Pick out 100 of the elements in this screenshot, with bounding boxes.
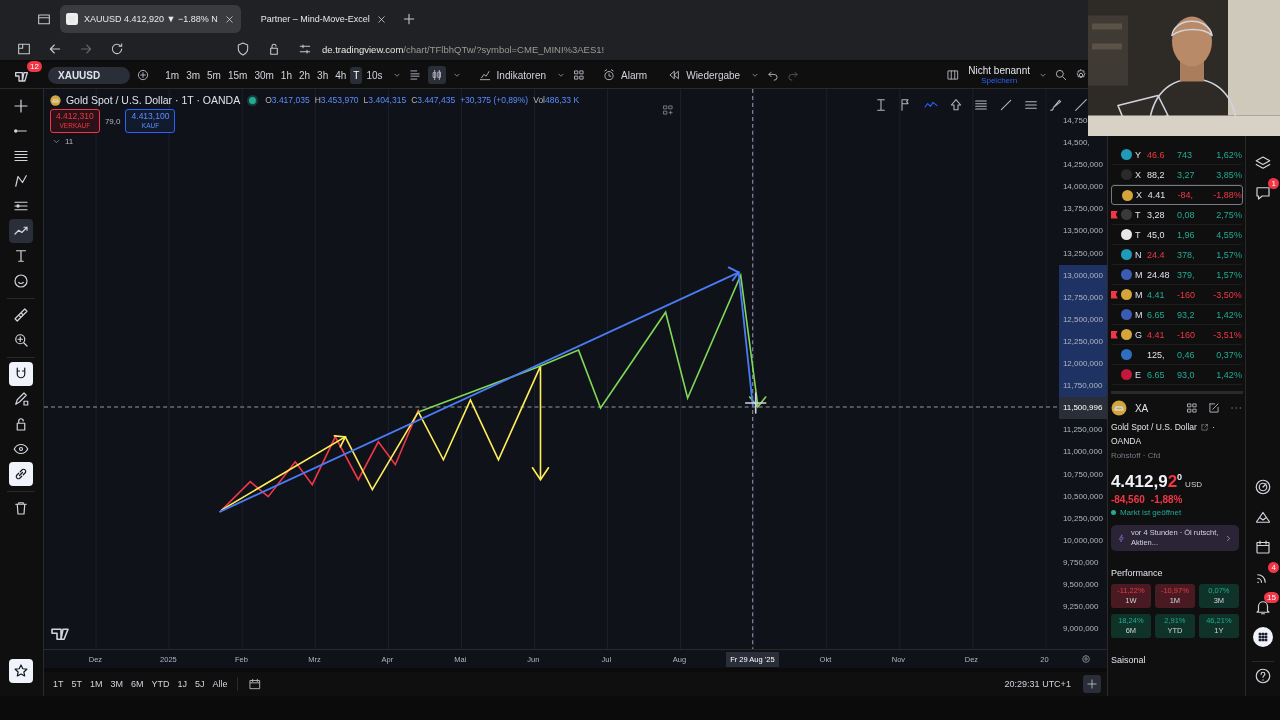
- interval-button[interactable]: 1m: [162, 66, 183, 84]
- browser-tab[interactable]: XAUUSD 4.412,920 ▼ −1.88% N: [60, 5, 241, 33]
- change-value: -84,560: [1110, 494, 1145, 505]
- price-label: 11,750,000: [1058, 375, 1107, 398]
- alarm-button[interactable]: Alarm: [598, 66, 652, 84]
- range-button[interactable]: 5T: [68, 677, 85, 692]
- alarm-clock-icon: [602, 68, 617, 82]
- change-percent: -1,88%: [1212, 190, 1242, 200]
- workspaces-icon[interactable]: [16, 41, 32, 57]
- calendar-icon[interactable]: [247, 677, 262, 692]
- symbol-search[interactable]: XAUUSD: [48, 66, 131, 84]
- tab-list-icon[interactable]: [36, 11, 52, 27]
- interval-button[interactable]: 4h: [332, 66, 350, 84]
- external-link-icon[interactable]: [1199, 422, 1209, 432]
- expand-icon[interactable]: [1082, 675, 1101, 694]
- line-icon[interactable]: [1072, 97, 1089, 113]
- lines-icon[interactable]: [972, 97, 989, 113]
- range-button[interactable]: 6M: [127, 677, 147, 692]
- close-icon[interactable]: [223, 13, 235, 25]
- layout-name-button[interactable]: Nicht benannt Speichern: [966, 65, 1032, 85]
- symbol-text: N: [1134, 249, 1143, 260]
- reload-icon[interactable]: [109, 41, 125, 57]
- edit-icon[interactable]: [1206, 401, 1221, 415]
- watchlist-row[interactable]: T 45,0 1,96 4,55%: [1110, 225, 1243, 245]
- browser-tab[interactable]: Partner – Mind-Move-Excel: [254, 5, 393, 33]
- watchlist-row[interactable]: X 4.41 -84, -1,88%: [1110, 185, 1243, 205]
- candles-icon[interactable]: [427, 66, 446, 84]
- market-status: Markt ist geöffnet: [1119, 508, 1182, 517]
- price-label: 12,500,000: [1058, 308, 1107, 331]
- trend-icon[interactable]: [9, 219, 34, 243]
- search-icon[interactable]: [1054, 68, 1068, 82]
- shield-icon[interactable]: [235, 41, 251, 57]
- link-icon[interactable]: [9, 462, 34, 486]
- range-button[interactable]: 1J: [174, 677, 190, 692]
- watchlist-row[interactable]: N 24.4 378, 1,57%: [1110, 245, 1243, 265]
- watchlist-row[interactable]: G 4.41 -160 -3,51%: [1110, 325, 1243, 345]
- price-label: 10,750,000: [1061, 468, 1104, 481]
- layout-icon[interactable]: [946, 68, 961, 82]
- watchlist-row[interactable]: Y 46.6 743 1,62%: [1110, 145, 1243, 165]
- range-button[interactable]: Alle: [209, 677, 231, 692]
- change-value: +30,375 (+0,89%): [460, 95, 529, 105]
- tab-title: Partner – Mind-Move-Excel: [260, 14, 370, 24]
- coin-icon: [49, 94, 61, 106]
- interval-button[interactable]: T: [350, 66, 363, 84]
- watchlist-row[interactable]: X 88,2 3,27 3,85%: [1110, 165, 1243, 185]
- last-price: 3,28: [1146, 209, 1166, 220]
- price-label: 9,750,000: [1061, 556, 1100, 569]
- watchlist-row[interactable]: 125, 0,46 0,37%: [1110, 345, 1243, 365]
- add-symbol-icon[interactable]: [136, 68, 151, 82]
- interval-button[interactable]: 3m: [183, 66, 204, 84]
- last-price: 4.41: [1146, 289, 1166, 300]
- last-price: 6.65: [1146, 309, 1166, 320]
- indicators-button[interactable]: Indikatoren: [473, 66, 551, 84]
- ohlc-value: H3.453,970: [314, 95, 359, 105]
- range-button[interactable]: 1T: [49, 677, 67, 692]
- grid-icon[interactable]: [1184, 401, 1199, 415]
- clock-text[interactable]: 20:29:31 UTC+1: [1004, 679, 1071, 690]
- watchlist-row[interactable]: M 24.48 379, 1,57%: [1110, 265, 1243, 285]
- interval-button[interactable]: 1h: [277, 66, 295, 84]
- change-percent: -3,51%: [1212, 329, 1242, 340]
- back-icon[interactable]: [47, 41, 63, 57]
- section-title: Saisonal: [1110, 655, 1147, 665]
- forward-icon[interactable]: [78, 41, 94, 57]
- change-percent: 4,55%: [1215, 229, 1242, 240]
- change-value: 0,08: [1176, 209, 1196, 220]
- range-button[interactable]: YTD: [148, 677, 173, 692]
- price-value: 4.412,92$^{0}$: [1110, 472, 1183, 492]
- magnet-icon[interactable]: [9, 362, 34, 386]
- watchlist-row[interactable]: T 3,28 0,08 2,75%: [1110, 205, 1243, 225]
- range-button[interactable]: 5J: [192, 677, 208, 692]
- replay-button[interactable]: Wiedergabe: [663, 66, 745, 84]
- templates-icon[interactable]: [572, 68, 587, 82]
- bars-icon[interactable]: [407, 68, 422, 82]
- change-value: 1,96: [1176, 229, 1196, 240]
- interval-button[interactable]: 10s: [363, 66, 386, 84]
- watchlist-row[interactable]: M 6.65 93,2 1,42%: [1110, 305, 1243, 325]
- interval-button[interactable]: 30m: [251, 66, 277, 84]
- close-icon[interactable]: [375, 13, 387, 25]
- undo-icon[interactable]: [766, 68, 781, 82]
- symbol-text: XA: [1134, 402, 1149, 414]
- range-button[interactable]: 1M: [86, 677, 106, 692]
- price-label: 14,750,: [1061, 115, 1091, 127]
- category-text: Rohstoff · Cfd: [1110, 451, 1162, 460]
- object-tree-icon[interactable]: [660, 103, 675, 117]
- currency-text: USD: [1185, 480, 1202, 489]
- chart-line-icon: [477, 68, 492, 82]
- interval-button[interactable]: 15m: [224, 66, 251, 84]
- rewind-icon: [667, 68, 682, 82]
- range-button[interactable]: 3M: [107, 677, 126, 692]
- address-field[interactable]: de.tradingview.com/chart/TFlbhQTw/?symbol=CME_MINI%3AES1!: [322, 43, 605, 55]
- price-label: 14,250,000: [1061, 159, 1104, 172]
- watchlist-row[interactable]: E 6.65 93,0 1,42%: [1110, 365, 1243, 385]
- interval-button[interactable]: 2h: [296, 66, 314, 84]
- change-percent: 0,37%: [1215, 349, 1242, 360]
- grid-icon[interactable]: [1252, 627, 1273, 647]
- brush-icon[interactable]: [1047, 97, 1064, 113]
- settings-icon[interactable]: [1080, 654, 1091, 665]
- watchlist-row[interactable]: M 4.41 -160 -3,50%: [1110, 285, 1243, 305]
- interval-button[interactable]: 3h: [314, 66, 332, 84]
- interval-button[interactable]: 5m: [204, 66, 224, 84]
